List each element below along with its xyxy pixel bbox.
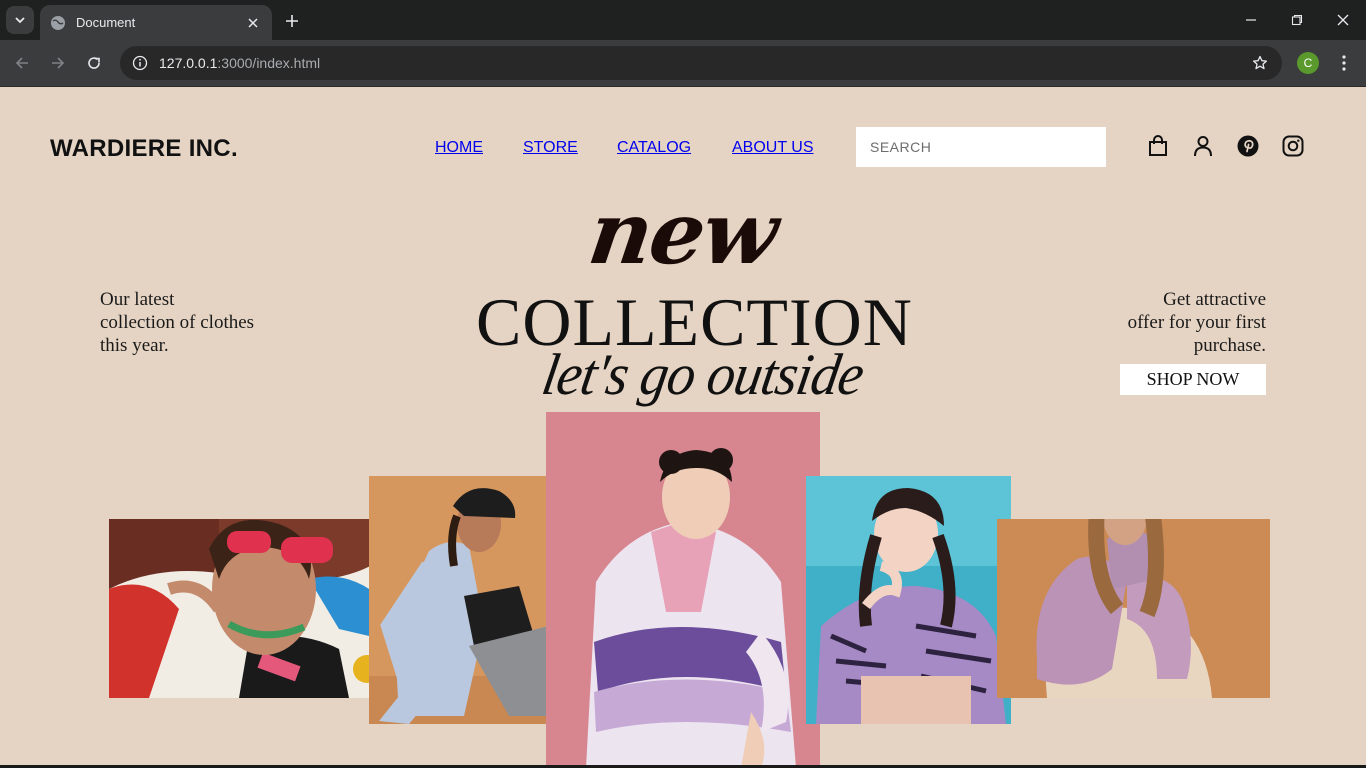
more-menu-icon[interactable]: [1333, 51, 1355, 75]
search-input[interactable]: [856, 127, 1106, 167]
site-logo[interactable]: WARDIERE INC.: [50, 135, 238, 163]
nav-home-link[interactable]: HOME: [435, 139, 483, 157]
model-fur-sleeves-photo: [997, 519, 1270, 698]
model-cap-shirt-photo: [369, 476, 574, 724]
model-tracksuit-jacket-photo: [546, 412, 820, 768]
nav-about-us-link[interactable]: ABOUT US: [732, 139, 814, 157]
shopping-bag-icon[interactable]: [1146, 134, 1170, 158]
minimize-icon[interactable]: [1239, 8, 1263, 32]
nav-store-link[interactable]: STORE: [523, 139, 578, 157]
hero-new-heading: new: [582, 183, 783, 284]
tab-search-button[interactable]: [6, 6, 34, 34]
address-bar[interactable]: 127.0.0.1:3000/index.html: [120, 46, 1282, 80]
browser-tab-bar: Document: [0, 0, 1366, 40]
user-icon[interactable]: [1191, 134, 1215, 158]
globe-icon: [50, 15, 66, 31]
left-text-line: Our latest: [100, 289, 175, 310]
right-text-line: Get attractive: [1163, 289, 1266, 310]
model-sunglasses-sweater-photo: [109, 519, 382, 698]
reload-icon[interactable]: [81, 50, 107, 76]
site-info-icon[interactable]: [130, 53, 150, 73]
browser-tab[interactable]: Document: [40, 5, 272, 40]
bookmark-star-icon[interactable]: [1250, 53, 1270, 73]
left-text-line: collection of clothes: [100, 312, 255, 333]
hero-tagline: let's go outside: [537, 342, 868, 408]
offer-text: Get attractive offer for your first purc…: [1096, 288, 1266, 357]
profile-avatar[interactable]: C: [1297, 52, 1319, 74]
webpage: WARDIERE INC. HOME STORE CATALOG ABOUT U…: [0, 87, 1366, 768]
right-text-line: purchase.: [1193, 335, 1266, 356]
tab-title: Document: [76, 15, 136, 30]
shop-now-button[interactable]: SHOP NOW: [1120, 364, 1266, 395]
url-path: :3000/index.html: [217, 55, 321, 71]
tab-close-icon[interactable]: [244, 14, 262, 32]
url-text: 127.0.0.1:3000/index.html: [159, 55, 1250, 71]
back-arrow-icon[interactable]: [9, 50, 35, 76]
right-text-line: offer for your first: [1127, 312, 1266, 333]
chevron-down-icon: [15, 17, 25, 24]
restore-icon[interactable]: [1285, 8, 1309, 32]
left-text-line: this year.: [100, 335, 169, 356]
pinterest-icon[interactable]: [1236, 134, 1260, 158]
latest-collection-text: Our latest collection of clothes this ye…: [100, 288, 300, 357]
new-tab-plus-icon[interactable]: [280, 9, 304, 33]
url-host: 127.0.0.1: [159, 55, 218, 71]
browser-toolbar: 127.0.0.1:3000/index.html C: [0, 40, 1366, 87]
instagram-icon[interactable]: [1281, 134, 1305, 158]
forward-arrow-icon[interactable]: [45, 50, 71, 76]
close-window-icon[interactable]: [1331, 8, 1355, 32]
nav-catalog-link[interactable]: CATALOG: [617, 139, 691, 157]
model-purple-top-photo: [806, 476, 1011, 724]
